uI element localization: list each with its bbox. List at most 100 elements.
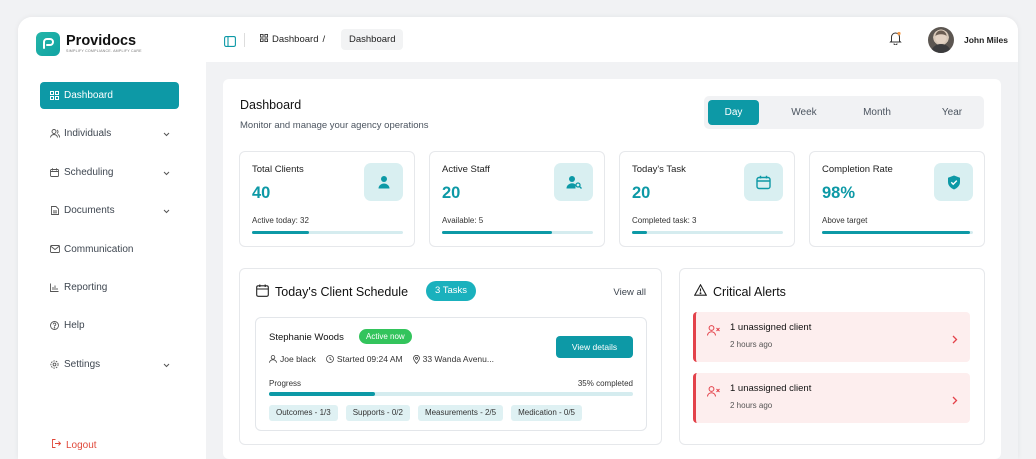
alert-text: 1 unassigned client xyxy=(730,322,812,333)
critical-alerts-card: Critical Alerts 1 unassigned client 2 ho… xyxy=(679,268,985,445)
stat-progress-bar xyxy=(252,231,403,234)
sidebar-item-reporting[interactable]: Reporting xyxy=(40,274,179,301)
sidebar-item-label: Settings xyxy=(64,358,101,370)
divider xyxy=(244,33,245,47)
warning-icon xyxy=(693,283,708,299)
staff-meta: Joe black xyxy=(269,354,316,364)
top-bar: Dashboard / Dashboard John Miles xyxy=(206,17,1018,62)
location-pin-icon xyxy=(412,354,420,364)
alert-item[interactable]: 1 unassigned client 2 hours ago xyxy=(693,312,970,362)
range-year-button[interactable]: Year xyxy=(924,100,980,125)
stat-note: Completed task: 3 xyxy=(632,216,697,225)
clock-icon xyxy=(326,355,334,363)
stat-note: Available: 5 xyxy=(442,216,484,225)
breadcrumb-item[interactable]: Dashboard xyxy=(272,34,318,45)
app-window: Providocs SIMPLIFY COMPLIANCE. AMPLIFY C… xyxy=(18,17,1018,459)
client-address: 33 Wanda Avenu... xyxy=(422,354,494,364)
sidebar-item-label: Individuals xyxy=(64,128,112,140)
sidebar-item-label: Documents xyxy=(64,205,115,217)
sidebar-item-label: Reporting xyxy=(64,281,108,293)
start-time: Started 09:24 AM xyxy=(336,354,403,364)
chevron-down-icon xyxy=(163,168,170,179)
view-details-button[interactable]: View details xyxy=(556,336,633,358)
sidebar-item-dashboard[interactable]: Dashboard xyxy=(40,82,179,109)
mail-icon xyxy=(49,245,60,254)
grid-icon xyxy=(49,91,60,100)
schedule-title: Today's Client Schedule xyxy=(256,284,408,300)
user-icon xyxy=(269,355,277,363)
page-subtitle: Monitor and manage your agency operation… xyxy=(240,120,429,131)
progress-fill xyxy=(269,392,375,396)
bar-chart-icon xyxy=(49,283,60,292)
users-icon xyxy=(49,129,60,138)
alerts-title-text: Critical Alerts xyxy=(713,284,786,299)
user-name[interactable]: John Miles xyxy=(964,35,1008,45)
calendar-icon xyxy=(744,163,783,201)
sidebar-item-settings[interactable]: Settings xyxy=(40,351,179,378)
task-chip-outcomes[interactable]: Outcomes - 1/3 xyxy=(269,405,338,421)
breadcrumb: Dashboard / xyxy=(260,34,325,45)
task-chip-measurements[interactable]: Measurements - 2/5 xyxy=(417,405,504,421)
gear-icon xyxy=(49,360,60,369)
grid-icon xyxy=(260,34,268,45)
range-week-button[interactable]: Week xyxy=(776,100,832,125)
avatar[interactable] xyxy=(928,27,954,53)
view-all-link[interactable]: View all xyxy=(613,287,646,298)
task-chip-medication[interactable]: Medication - 0/5 xyxy=(511,405,582,421)
stat-progress-bar xyxy=(442,231,593,234)
stat-card-active-staff[interactable]: Active Staff 20 Available: 5 xyxy=(429,151,605,247)
stat-progress-bar xyxy=(632,231,783,234)
schedule-title-text: Today's Client Schedule xyxy=(275,285,409,299)
sidebar-item-communication[interactable]: Communication xyxy=(40,236,179,263)
time-range-selector: Day Week Month Year xyxy=(704,96,984,129)
stat-progress-bar xyxy=(822,231,973,234)
sidebar: Providocs SIMPLIFY COMPLIANCE. AMPLIFY C… xyxy=(18,17,206,459)
start-time-meta: Started 09:24 AM xyxy=(326,354,403,364)
task-chips: Outcomes - 1/3 Supports - 0/2 Measuremen… xyxy=(269,405,582,421)
task-chip-supports[interactable]: Supports - 0/2 xyxy=(345,405,410,421)
alert-item[interactable]: 1 unassigned client 2 hours ago xyxy=(693,373,970,423)
sidebar-item-scheduling[interactable]: Scheduling xyxy=(40,159,179,186)
chevron-right-icon xyxy=(952,392,958,410)
range-day-button[interactable]: Day xyxy=(708,100,759,125)
stat-card-todays-task[interactable]: Today's Task 20 Completed task: 3 xyxy=(619,151,795,247)
staff-name: Joe black xyxy=(280,354,316,364)
sidebar-item-individuals[interactable]: Individuals xyxy=(40,120,179,147)
brand-logo[interactable]: Providocs SIMPLIFY COMPLIANCE. AMPLIFY C… xyxy=(36,32,142,56)
stat-card-total-clients[interactable]: Total Clients 40 Active today: 32 xyxy=(239,151,415,247)
alert-time: 2 hours ago xyxy=(730,340,773,349)
main-content: Dashboard Monitor and manage your agency… xyxy=(206,62,1018,459)
stat-value: 40 xyxy=(252,184,271,202)
breadcrumb-separator: / xyxy=(322,34,326,45)
stat-note: Active today: 32 xyxy=(252,216,309,225)
chevron-down-icon xyxy=(163,360,170,371)
calendar-icon xyxy=(256,284,269,300)
stat-value: 98% xyxy=(822,184,856,202)
stat-label: Today's Task xyxy=(632,164,686,175)
client-schedule-card: Today's Client Schedule 3 Tasks View all… xyxy=(239,268,662,445)
stat-note: Above target xyxy=(822,216,868,225)
user-search-icon xyxy=(554,163,593,201)
bell-icon[interactable] xyxy=(889,31,902,50)
stat-value: 20 xyxy=(632,184,651,202)
page-title: Dashboard xyxy=(240,98,302,112)
sidebar-item-documents[interactable]: Documents xyxy=(40,197,179,224)
sidebar-item-help[interactable]: Help xyxy=(40,312,179,339)
user-icon xyxy=(364,163,403,201)
sidebar-item-label: Communication xyxy=(64,243,134,255)
logout-button[interactable]: Logout xyxy=(52,439,97,451)
sidebar-item-label: Help xyxy=(64,320,85,332)
stat-progress-fill xyxy=(442,231,553,234)
range-month-button[interactable]: Month xyxy=(849,100,905,125)
user-x-icon xyxy=(707,384,721,402)
sidebar-item-label: Dashboard xyxy=(64,90,113,101)
stat-card-completion-rate[interactable]: Completion Rate 98% Above target xyxy=(809,151,985,247)
logo-icon xyxy=(36,32,60,56)
logout-label: Logout xyxy=(66,439,97,451)
status-badge: Active now xyxy=(359,329,412,344)
breadcrumb-current[interactable]: Dashboard xyxy=(341,29,404,50)
stat-label: Total Clients xyxy=(252,164,304,175)
stat-progress-fill xyxy=(252,231,310,234)
sidebar-toggle-icon[interactable] xyxy=(224,34,236,52)
alert-text: 1 unassigned client xyxy=(730,383,812,394)
